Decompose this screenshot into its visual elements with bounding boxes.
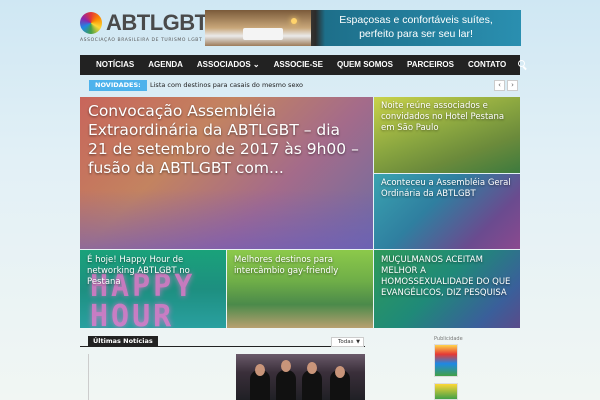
ticker-prev-button[interactable]: ‹ — [494, 80, 505, 91]
hotel-room-image — [205, 10, 311, 46]
nav-noticias[interactable]: NOTÍCIAS — [80, 55, 141, 75]
site-logo[interactable]: ABTLGBT ASSOCIAÇÃO BRASILEIRA DE TURISMO… — [80, 10, 208, 48]
latest-article-left[interactable] — [88, 354, 228, 400]
sidebar-ad-1[interactable] — [434, 344, 458, 377]
search-icon[interactable] — [513, 55, 528, 75]
logo-name: ABTLGBT — [106, 10, 208, 35]
latest-article-image[interactable] — [236, 354, 365, 400]
ticker-headline[interactable]: Lista com destinos para casais do mesmo … — [150, 81, 303, 89]
ticker-next-button[interactable]: › — [507, 80, 518, 91]
logo-tagline: ASSOCIAÇÃO BRASILEIRA DE TURISMO LGBT — [80, 38, 203, 43]
featured-top-right-title-1: Noite reúne associados e convidados no H… — [381, 101, 505, 133]
latest-news-title: Últimas Notícias — [88, 336, 158, 346]
latest-news-filter-select[interactable]: Todas ▼ — [331, 337, 364, 347]
ad-text: Espaçosas e confortáveis suítes, perfeit… — [313, 13, 519, 41]
featured-bottom-title-3: MUÇULMANOS ACEITAM MELHOR A HOMOSSEXUALI… — [381, 255, 511, 298]
rainbow-globe-icon — [80, 12, 102, 34]
nav-quem-somos[interactable]: QUEM SOMOS — [330, 55, 400, 75]
main-nav: NOTÍCIAS AGENDA ASSOCIADOS ⌄ ASSOCIE-SE … — [80, 55, 528, 75]
filter-value: Todas — [338, 339, 354, 345]
featured-bottom-title-1: É hoje! Happy Hour de networking ABTLGBT… — [87, 255, 190, 287]
nav-contato[interactable]: CONTATO — [461, 55, 513, 75]
latest-news-header: Últimas Notícias — [80, 336, 365, 347]
featured-main-tile[interactable]: Convocação Assembléia Extraordinária da … — [80, 97, 373, 249]
featured-top-right-tile-1[interactable]: Noite reúne associados e convidados no H… — [374, 97, 520, 173]
featured-bottom-tile-3[interactable]: MUÇULMANOS ACEITAM MELHOR A HOMOSSEXUALI… — [374, 250, 520, 328]
ad-text-line2: perfeito para ser seu lar! — [359, 28, 473, 40]
sidebar-ad-2[interactable] — [434, 383, 458, 400]
nav-agenda[interactable]: AGENDA — [141, 55, 190, 75]
featured-bottom-title-2: Melhores destinos para intercâmbio gay-f… — [234, 255, 339, 276]
chevron-down-icon: ▼ — [356, 339, 360, 345]
featured-bottom-tile-1[interactable]: HAPPY HOUR É hoje! Happy Hour de network… — [80, 250, 226, 328]
nav-associe-se[interactable]: ASSOCIE-SE — [267, 55, 330, 75]
header-ad-banner[interactable]: Espaçosas e confortáveis suítes, perfeit… — [205, 10, 521, 46]
bed-shape — [243, 28, 283, 40]
featured-top-right-tile-2[interactable]: Aconteceu a Assembléia Geral Ordinária d… — [374, 174, 520, 249]
featured-bottom-tile-2[interactable]: Melhores destinos para intercâmbio gay-f… — [227, 250, 373, 328]
sidebar-ad-label: Publicidade — [434, 336, 463, 342]
lamp-shape — [291, 18, 297, 24]
nav-parceiros[interactable]: PARCEIROS — [400, 55, 461, 75]
ad-text-line1: Espaçosas e confortáveis suítes, — [339, 14, 493, 26]
featured-main-title: Convocação Assembléia Extraordinária da … — [88, 102, 359, 177]
nav-associados[interactable]: ASSOCIADOS ⌄ — [190, 55, 267, 75]
news-ticker: NOVIDADES: Lista com destinos para casai… — [80, 79, 520, 93]
ticker-label: NOVIDADES: — [89, 80, 147, 91]
featured-top-right-title-2: Aconteceu a Assembléia Geral Ordinária d… — [381, 178, 511, 199]
